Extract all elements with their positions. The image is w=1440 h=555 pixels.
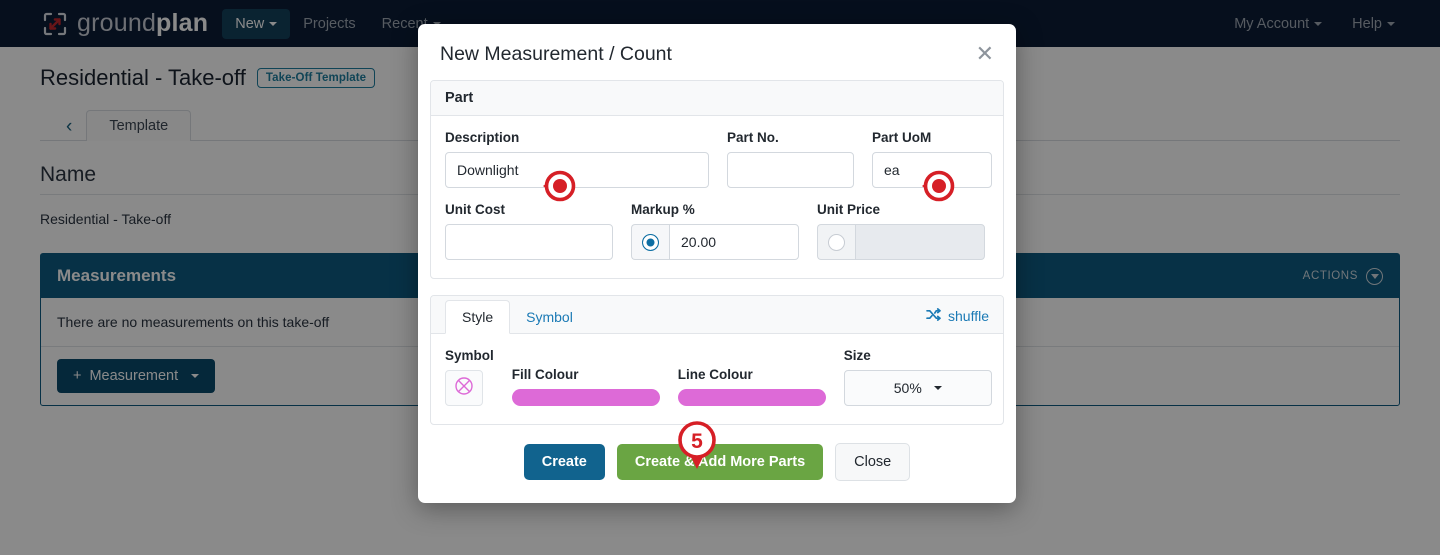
svg-text:5: 5: [691, 430, 703, 453]
modal-header: New Measurement / Count ✕: [418, 24, 1016, 80]
step-marker-5: 5: [677, 419, 717, 471]
fill-colour-label: Fill Colour: [511, 367, 579, 382]
size-group: Size 50%: [843, 348, 992, 406]
new-measurement-modal: New Measurement / Count ✕ Part Descripti…: [418, 24, 1016, 503]
shuffle-label: shuffle: [948, 308, 989, 324]
markup-input-group: 20.00: [631, 224, 799, 260]
size-value: 50%: [893, 380, 922, 396]
style-tabs-left: Style Symbol: [445, 296, 589, 334]
description-input[interactable]: Downlight: [445, 152, 709, 188]
create-button[interactable]: Create: [523, 444, 605, 480]
style-tabs: Style Symbol shuffle: [431, 296, 1003, 334]
close-icon[interactable]: ✕: [976, 43, 994, 65]
style-fieldset-body: Symbol Fill Colour Line Colour Size 50%: [431, 334, 1003, 424]
line-colour-label: Line Colour: [677, 367, 753, 382]
unit-cost-input[interactable]: [445, 224, 613, 260]
symbol-picker-button[interactable]: [445, 370, 483, 406]
unit-cost-label: Unit Cost: [445, 202, 505, 217]
shuffle-button[interactable]: shuffle: [926, 308, 989, 333]
circle-x-icon: [454, 376, 474, 401]
part-no-input[interactable]: [727, 152, 854, 188]
unit-price-input-group: [817, 224, 985, 260]
unit-price-input: [855, 224, 985, 260]
markup-radio[interactable]: [631, 224, 669, 260]
part-row-2: Unit Cost Markup % 20.00 Unit Price: [445, 202, 989, 260]
tab-symbol[interactable]: Symbol: [510, 301, 589, 333]
cursor-marker-part-uom: [918, 167, 956, 205]
tab-style[interactable]: Style: [445, 300, 511, 334]
symbol-group: Symbol: [445, 348, 494, 406]
description-group: Description Downlight: [445, 130, 709, 188]
line-colour-group: Line Colour: [677, 367, 826, 406]
size-dropdown[interactable]: 50%: [843, 370, 992, 406]
radio-unselected-icon: [828, 233, 845, 251]
part-no-label: Part No.: [727, 130, 779, 145]
app-root: groundplan New Projects Recent My Accoun…: [0, 0, 1440, 555]
fill-colour-group: Fill Colour: [511, 367, 660, 406]
symbol-label: Symbol: [445, 348, 494, 363]
markup-input[interactable]: 20.00: [669, 224, 799, 260]
part-uom-label: Part UoM: [872, 130, 932, 145]
close-button[interactable]: Close: [835, 443, 911, 481]
size-label: Size: [843, 348, 871, 363]
line-colour-swatch[interactable]: [677, 389, 826, 406]
part-no-group: Part No.: [727, 130, 854, 188]
create-add-more-parts-button[interactable]: Create & Add More Parts: [616, 444, 824, 480]
markup-group: Markup % 20.00: [631, 202, 799, 260]
radio-selected-icon: [642, 233, 659, 251]
style-row: Symbol Fill Colour Line Colour Size 50%: [445, 348, 992, 406]
fill-colour-swatch[interactable]: [511, 389, 660, 406]
shuffle-icon: [926, 308, 941, 324]
modal-title: New Measurement / Count: [440, 43, 672, 65]
style-fieldset: Style Symbol shuffle Symbol Fill Colour …: [430, 295, 1004, 425]
markup-label: Markup %: [631, 202, 695, 217]
part-row-1: Description Downlight Part No. Part UoM …: [445, 130, 992, 188]
unit-price-radio[interactable]: [817, 224, 855, 260]
unit-price-label: Unit Price: [817, 202, 881, 217]
cursor-marker-description: [539, 167, 577, 205]
modal-footer: Create Create & Add More Parts Close: [418, 425, 1016, 503]
unit-cost-group: Unit Cost: [445, 202, 613, 260]
description-label: Description: [445, 130, 520, 145]
unit-price-group: Unit Price: [817, 202, 985, 260]
caret-down-icon: [933, 386, 942, 390]
part-fieldset-header: Part: [431, 81, 1003, 116]
